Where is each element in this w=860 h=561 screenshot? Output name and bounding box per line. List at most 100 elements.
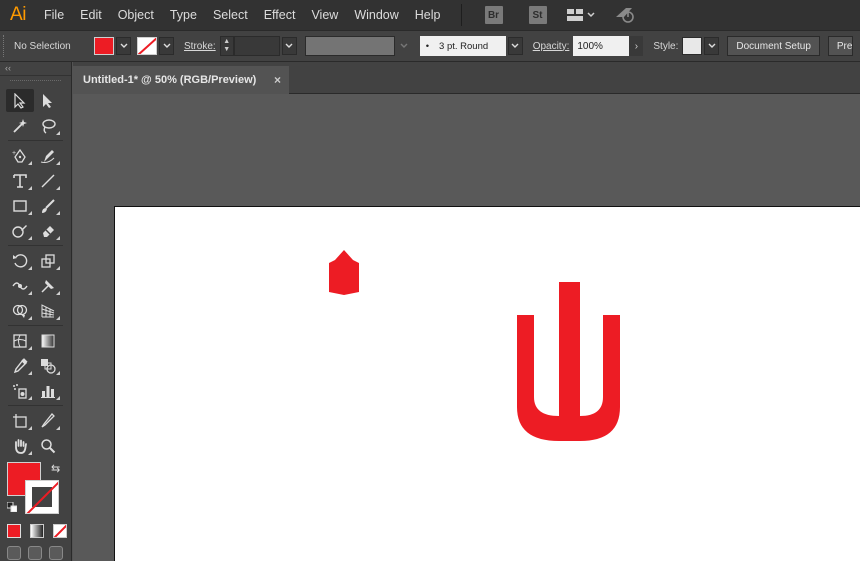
mesh-tool[interactable]	[6, 329, 34, 352]
swap-fill-stroke-icon[interactable]: ⇆	[51, 462, 60, 475]
stroke-weight-field[interactable]	[233, 36, 280, 56]
draw-behind-button[interactable]	[28, 546, 42, 560]
menu-help[interactable]: Help	[407, 0, 449, 30]
fill-dropdown[interactable]	[116, 37, 131, 55]
type-tool[interactable]	[6, 169, 34, 192]
draw-normal-button[interactable]	[7, 546, 21, 560]
menu-window[interactable]: Window	[346, 0, 406, 30]
shape-builder-tool[interactable]	[6, 299, 34, 322]
direct-selection-tool[interactable]	[34, 89, 62, 112]
scale-tool[interactable]	[34, 249, 62, 272]
shaper-icon	[12, 224, 27, 238]
stroke-color-box[interactable]	[25, 480, 59, 514]
preferences-button[interactable]: Pre	[827, 36, 854, 56]
type-icon	[13, 173, 27, 188]
symbol-sprayer-icon	[13, 383, 27, 399]
line-segment-tool[interactable]	[34, 169, 62, 192]
artwork-drop-shape[interactable]	[329, 250, 359, 295]
graphic-style-swatch[interactable]	[682, 37, 703, 55]
hand-tool[interactable]	[6, 434, 34, 457]
fill-swatch[interactable]	[94, 37, 114, 55]
tools-panel-grip[interactable]	[10, 80, 61, 88]
magic-wand-tool[interactable]	[6, 114, 34, 137]
svg-text:+: +	[12, 150, 16, 157]
menu-select[interactable]: Select	[205, 0, 256, 30]
perspective-grid-icon	[41, 303, 55, 317]
rectangle-tool[interactable]	[6, 194, 34, 217]
default-fill-stroke-icon[interactable]	[7, 502, 17, 512]
chevron-down-icon	[511, 43, 519, 48]
opacity-label[interactable]: Opacity:	[533, 41, 570, 52]
width-tool[interactable]	[6, 274, 34, 297]
document-setup-button[interactable]: Document Setup	[727, 36, 820, 56]
canvas-area[interactable]	[73, 94, 860, 561]
opacity-arrow-button[interactable]: ›	[629, 36, 644, 56]
bridge-button[interactable]: Br	[484, 6, 503, 24]
none-mode-button[interactable]	[53, 524, 67, 538]
menu-view[interactable]: View	[303, 0, 346, 30]
puppet-warp-tool[interactable]	[34, 274, 62, 297]
chevron-down-icon	[400, 43, 408, 48]
line-icon	[41, 174, 55, 187]
menu-object[interactable]: Object	[110, 0, 162, 30]
artwork	[329, 250, 620, 441]
app-logo: Ai	[10, 4, 26, 25]
close-icon[interactable]: ×	[274, 73, 281, 87]
lasso-tool[interactable]	[34, 114, 62, 137]
eraser-tool[interactable]	[34, 219, 62, 242]
menu-file[interactable]: File	[36, 0, 72, 30]
brush-dropdown[interactable]	[507, 37, 523, 55]
document-tab[interactable]: Untitled-1* @ 50% (RGB/Preview) ×	[73, 66, 289, 94]
perspective-grid-tool[interactable]	[34, 299, 62, 322]
blend-tool[interactable]	[34, 354, 62, 377]
artboard[interactable]	[114, 206, 860, 561]
artwork-trident-shape[interactable]	[517, 282, 620, 441]
chevron-down-icon	[708, 43, 716, 48]
arrange-documents-button[interactable]	[566, 8, 596, 22]
menu-type[interactable]: Type	[162, 0, 205, 30]
symbol-sprayer-tool[interactable]	[6, 379, 34, 402]
stroke-label[interactable]: Stroke:	[184, 41, 216, 52]
zoom-tool[interactable]	[34, 434, 62, 457]
hand-icon	[15, 438, 27, 454]
menu-effect[interactable]: Effect	[256, 0, 304, 30]
rotate-tool[interactable]	[6, 249, 34, 272]
collapse-panel-button[interactable]: ‹‹	[0, 62, 71, 76]
opacity-input[interactable]: 100%	[573, 36, 630, 56]
slice-knife-icon	[41, 412, 55, 428]
menu-edit[interactable]: Edit	[72, 0, 110, 30]
sync-icon	[615, 7, 634, 23]
stroke-weight-dropdown[interactable]	[281, 37, 297, 55]
pen-icon: +	[12, 148, 26, 163]
brush-definition[interactable]: • 3 pt. Round	[419, 36, 506, 56]
stroke-weight-stepper[interactable]: ▲ ▼	[219, 36, 234, 56]
curvature-tool[interactable]	[34, 144, 62, 167]
mesh-icon	[13, 333, 27, 348]
variable-width-dropdown[interactable]	[396, 37, 412, 55]
sync-button[interactable]	[614, 5, 636, 26]
slice-tool[interactable]	[34, 409, 62, 432]
chevron-up-icon: ▲	[223, 38, 231, 45]
gradient-mode-button[interactable]	[30, 524, 44, 538]
magic-wand-icon	[13, 118, 27, 133]
rectangle-icon	[13, 199, 27, 212]
variable-width-profile[interactable]	[304, 36, 395, 56]
menu-bar: Ai File Edit Object Type Select Effect V…	[0, 0, 860, 30]
eyedropper-tool[interactable]	[6, 354, 34, 377]
draw-inside-button[interactable]	[49, 546, 63, 560]
style-dropdown[interactable]	[704, 37, 720, 55]
document-tab-bar: Untitled-1* @ 50% (RGB/Preview) ×	[73, 62, 860, 94]
shaper-tool[interactable]	[6, 219, 34, 242]
paintbrush-tool[interactable]	[34, 194, 62, 217]
color-mode-button[interactable]	[7, 524, 21, 538]
stroke-swatch[interactable]	[137, 37, 157, 55]
stroke-dropdown[interactable]	[159, 37, 174, 55]
gradient-tool[interactable]	[34, 329, 62, 352]
artboard-tool[interactable]	[6, 409, 34, 432]
pen-tool[interactable]: +	[6, 144, 34, 167]
selection-tool[interactable]	[6, 89, 34, 112]
column-graph-tool[interactable]	[34, 379, 62, 402]
scale-icon	[41, 253, 55, 268]
document-tab-title: Untitled-1* @ 50% (RGB/Preview)	[83, 74, 257, 86]
stock-button[interactable]: St	[528, 6, 547, 24]
